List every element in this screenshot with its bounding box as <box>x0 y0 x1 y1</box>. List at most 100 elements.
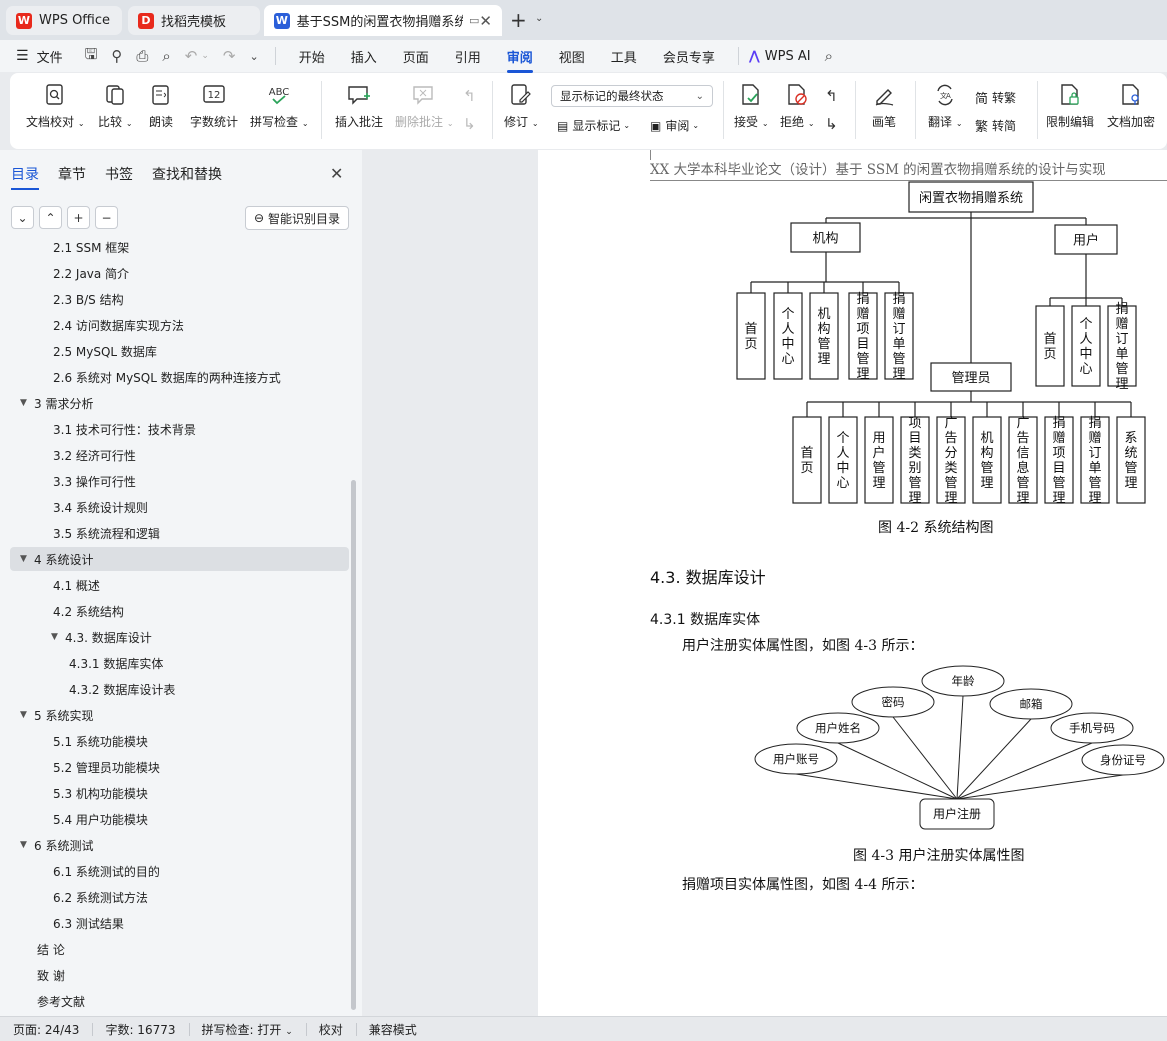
previous-change-icon[interactable]: ↰ <box>825 87 838 105</box>
word-count[interactable]: 字数: 16773 <box>92 1021 188 1038</box>
toc-item[interactable]: 2.2 Java 简介 <box>10 261 349 285</box>
undo-icon[interactable]: ↶ <box>185 47 198 65</box>
toc-item[interactable]: 6.3 测试结果 <box>10 911 349 935</box>
chevron-up-icon[interactable]: ⌃ <box>39 206 62 229</box>
next-comment-icon[interactable]: ↳ <box>463 115 476 133</box>
menu-review[interactable]: 审阅 <box>506 43 533 73</box>
menu-tools[interactable]: 工具 <box>611 43 637 70</box>
toc-expand-icon[interactable]: ▼ <box>51 632 65 642</box>
toc-item[interactable]: 5.1 系统功能模块 <box>10 729 349 753</box>
nav-tab-find-replace[interactable]: 查找和替换 <box>152 164 222 190</box>
menu-home[interactable]: 开始 <box>299 43 325 70</box>
minus-icon[interactable]: − <box>95 206 118 229</box>
toc-item[interactable]: 3.2 经济可行性 <box>10 443 349 467</box>
read-aloud-button[interactable]: 朗读 <box>149 83 173 130</box>
document-page[interactable]: XX 大学本科毕业论文（设计）基于 SSM 的闲置衣物捐赠系统的设计与实现 闲置… <box>538 150 1167 1016</box>
pen-button[interactable]: 画笔 <box>872 83 896 130</box>
toc-item[interactable]: ▼ 4 系统设计 <box>10 547 349 571</box>
next-change-icon[interactable]: ↳ <box>825 115 838 133</box>
toc-scrollbar[interactable] <box>351 480 356 1010</box>
menu-references[interactable]: 引用 <box>455 43 481 70</box>
proof-status[interactable]: 校对 <box>305 1021 356 1038</box>
search-icon[interactable]: ⌕ <box>825 47 833 65</box>
chevron-down-icon[interactable]: ⌄ <box>535 13 543 24</box>
smart-toc-button[interactable]: ⊖ 智能识别目录 <box>245 206 349 230</box>
chevron-down-icon[interactable]: ⌄ <box>11 206 34 229</box>
toc-item[interactable]: ▼ 5 系统实现 <box>10 703 349 727</box>
tab-docer-templates[interactable]: D 找稻壳模板 <box>128 6 260 35</box>
to-traditional-button[interactable]: 简 转繁 <box>975 88 1016 107</box>
toc-item[interactable]: 4.2 系统结构 <box>10 599 349 623</box>
close-tab-icon[interactable]: ✕ <box>479 12 492 30</box>
add-icon[interactable]: + <box>67 206 90 229</box>
delete-comment-button[interactable]: 删除批注 ⌄ <box>395 83 454 130</box>
toc-item[interactable]: 3.3 操作可行性 <box>10 469 349 493</box>
toc-item[interactable]: 2.4 访问数据库实现方法 <box>10 313 349 337</box>
nav-tab-bookmarks[interactable]: 书签 <box>105 164 133 190</box>
spell-check-button[interactable]: ABC 拼写检查 ⌄ <box>250 83 309 130</box>
toc-item[interactable]: 4.3.2 数据库设计表 <box>10 677 349 701</box>
toc-item[interactable]: 4.3.1 数据库实体 <box>10 651 349 675</box>
review-pane-button[interactable]: ▣ 审阅 ⌄ <box>650 117 699 134</box>
nav-tab-toc[interactable]: 目录 <box>11 164 39 190</box>
toc-item[interactable]: 参考文献 <box>10 989 349 1013</box>
menu-membership[interactable]: 会员专享 <box>663 43 715 70</box>
more-dropdown-icon[interactable]: ⌄ <box>249 50 258 63</box>
toc-item[interactable]: 2.6 系统对 MySQL 数据库的两种连接方式 <box>10 365 349 389</box>
toc-item[interactable]: 2.3 B/S 结构 <box>10 287 349 311</box>
page-count[interactable]: 页面: 24/43 <box>0 1021 92 1038</box>
word-count-button[interactable]: 12 字数统计 <box>190 83 238 130</box>
insert-comment-button[interactable]: 插入批注 <box>335 83 383 130</box>
toc-expand-icon[interactable]: ▼ <box>20 840 34 850</box>
print-icon[interactable]: ⎙ <box>136 47 148 65</box>
toc-item[interactable]: ▼ 4.3. 数据库设计 <box>10 625 349 649</box>
tab-wps-office[interactable]: W WPS Office <box>6 6 122 35</box>
toc-item[interactable]: 2.5 MySQL 数据库 <box>10 339 349 363</box>
toc-item[interactable]: 致 谢 <box>10 963 349 987</box>
toc-item[interactable]: 3.5 系统流程和逻辑 <box>10 521 349 545</box>
toc-item[interactable]: ▼ 3 需求分析 <box>10 391 349 415</box>
spell-check-status[interactable]: 拼写检查: 打开 ⌄ <box>188 1021 306 1038</box>
redo-icon[interactable]: ↷ <box>223 47 236 65</box>
undo-dropdown-icon[interactable]: ⌄ <box>201 51 209 61</box>
link-icon[interactable]: ⚲ <box>111 47 122 65</box>
toc-item[interactable]: 4.1 概述 <box>10 573 349 597</box>
show-markup-button[interactable]: ▤ 显示标记 ⌄ <box>557 117 630 134</box>
encrypt-button[interactable]: 文档加密 <box>1107 83 1155 130</box>
toc-item[interactable]: 3.4 系统设计规则 <box>10 495 349 519</box>
toc-expand-icon[interactable]: ▼ <box>20 554 34 564</box>
translate-button[interactable]: 文A 翻译 ⌄ <box>928 83 963 130</box>
menu-view[interactable]: 视图 <box>559 43 585 70</box>
tab-document[interactable]: W 基于SSM的闲置衣物捐赠系统 ▭ ✕ <box>264 5 502 36</box>
toc-expand-icon[interactable]: ▼ <box>20 710 34 720</box>
previous-comment-icon[interactable]: ↰ <box>463 87 476 105</box>
toc-expand-icon[interactable]: ▼ <box>20 398 34 408</box>
toc-item[interactable]: 结 论 <box>10 937 349 961</box>
reject-button[interactable]: 拒绝 ⌄ <box>780 83 815 130</box>
to-simplified-button[interactable]: 繁 转简 <box>975 116 1016 135</box>
close-icon[interactable]: ✕ <box>330 164 343 183</box>
wps-ai-button[interactable]: ⋀ WPS AI <box>749 49 811 64</box>
nav-tab-chapters[interactable]: 章节 <box>58 164 86 190</box>
toc-item[interactable]: 5.3 机构功能模块 <box>10 781 349 805</box>
revise-button[interactable]: 修订 ⌄ <box>504 83 539 130</box>
toc-item[interactable]: 2.1 SSM 框架 <box>10 238 349 259</box>
toc-item[interactable]: 5.4 用户功能模块 <box>10 807 349 831</box>
compare-button[interactable]: 比较 ⌄ <box>98 83 133 130</box>
new-tab-icon[interactable]: + <box>510 8 527 32</box>
file-menu[interactable]: ☰ 文件 <box>16 47 63 66</box>
toc-item-label: 4 系统设计 <box>34 552 94 567</box>
toc-item[interactable]: ▼ 6 系统测试 <box>10 833 349 857</box>
print-preview-icon[interactable]: ⌕ <box>162 47 170 65</box>
toc-item[interactable]: 6.2 系统测试方法 <box>10 885 349 909</box>
doc-check-button[interactable]: 文档校对 ⌄ <box>26 83 85 130</box>
save-icon[interactable]: 🖫 <box>85 44 98 69</box>
menu-insert[interactable]: 插入 <box>351 43 377 70</box>
markup-state-select[interactable]: 显示标记的最终状态 ⌄ <box>551 85 713 107</box>
restrict-edit-button[interactable]: 限制编辑 <box>1046 83 1094 130</box>
toc-item[interactable]: 3.1 技术可行性：技术背景 <box>10 417 349 441</box>
toc-item[interactable]: 6.1 系统测试的目的 <box>10 859 349 883</box>
menu-page[interactable]: 页面 <box>403 43 429 70</box>
accept-button[interactable]: 接受 ⌄ <box>734 83 769 130</box>
toc-item[interactable]: 5.2 管理员功能模块 <box>10 755 349 779</box>
